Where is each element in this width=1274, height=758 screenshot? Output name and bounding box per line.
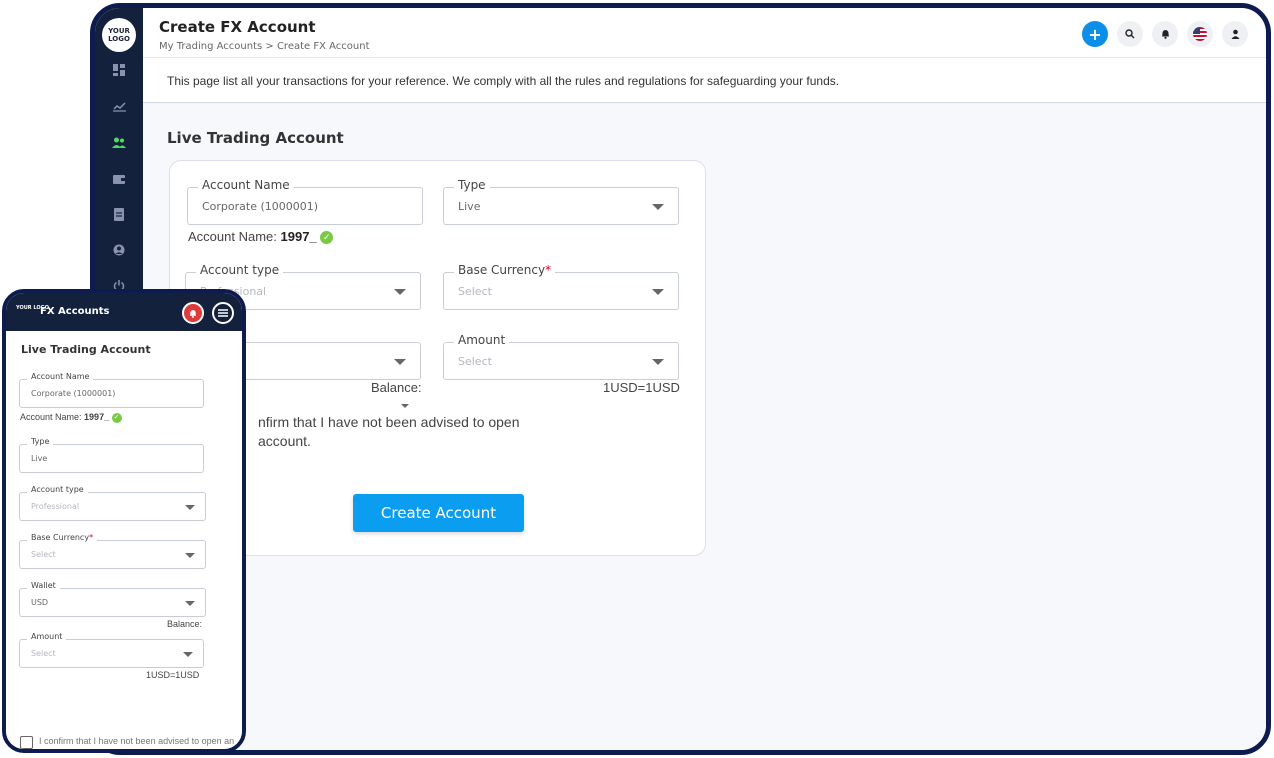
confirm-checkbox[interactable]: [20, 736, 33, 749]
dashboard-icon[interactable]: [109, 60, 129, 80]
confirm-text: I confirm that I have not been advised t…: [39, 736, 235, 753]
menu-icon: [218, 309, 228, 317]
chevron-down-icon: [185, 553, 195, 558]
search-icon: [1125, 29, 1135, 39]
notification-button[interactable]: [1152, 21, 1178, 47]
chevron-down-icon: [394, 359, 406, 365]
chevron-down-icon: [401, 404, 409, 408]
bell-icon: [1161, 30, 1169, 39]
mobile-account-type-select[interactable]: Account type Professional: [19, 485, 206, 521]
chevron-down-icon: [652, 204, 664, 210]
base-currency-value: Select: [31, 550, 56, 559]
profile-button[interactable]: [1222, 21, 1248, 47]
chart-icon[interactable]: [109, 96, 129, 116]
amount-value: Select: [31, 649, 56, 658]
account-type-value: Professional: [31, 502, 80, 511]
mobile-notification-button[interactable]: [182, 302, 204, 324]
account-name-field[interactable]: Account Name Corporate (1000001): [187, 178, 423, 225]
account-name-label: Account Name: [198, 178, 294, 192]
account-name-display: Account Name: 1997_ ✓: [188, 229, 334, 245]
wallet-icon[interactable]: [109, 168, 129, 188]
balance-label: Balance:: [371, 380, 422, 395]
type-label: Type: [454, 178, 490, 192]
chevron-down-icon: [394, 289, 406, 295]
breadcrumb-separator: >: [265, 41, 274, 52]
mobile-exchange-rate: 1USD=1USD: [146, 670, 200, 680]
page-title: Create FX Account: [159, 18, 316, 36]
account-name-display-value: 1997_: [280, 229, 317, 244]
wallet-value: USD: [31, 598, 49, 607]
type-label: Type: [27, 437, 54, 446]
mobile-header: YOUR LOGO FX Accounts: [6, 293, 242, 331]
confirm-text-line1: nfirm that I have not been advised to op…: [258, 414, 520, 430]
form-card: Account Name Corporate (1000001) Type Li…: [169, 160, 706, 556]
header: Create FX Account My Trading Accounts > …: [143, 8, 1266, 58]
account-name-display-value: 1997_: [84, 412, 110, 422]
account-name-display-label: Account Name:: [188, 229, 277, 244]
plus-icon: +: [1088, 24, 1102, 44]
exchange-rate: 1USD=1USD: [603, 380, 680, 395]
type-value: Live: [458, 200, 481, 213]
chevron-down-icon: [652, 359, 664, 365]
info-bar: This page list all your transactions for…: [143, 59, 1266, 103]
us-flag-icon: [1193, 27, 1207, 41]
mobile-type-field[interactable]: Type Live: [19, 437, 204, 473]
account-name-label: Account Name: [27, 372, 94, 381]
base-currency-select[interactable]: Base Currency* Select: [443, 263, 679, 310]
section-title: Live Trading Account: [167, 129, 344, 147]
mobile-body: Live Trading Account Account Name Corpor…: [6, 331, 242, 749]
mobile-account-name-field[interactable]: Account Name Corporate (1000001): [19, 372, 204, 408]
account-name-value: Corporate (1000001): [31, 389, 116, 398]
mobile-base-currency-select[interactable]: Base Currency* Select: [19, 533, 206, 569]
wallet-label: Wallet: [27, 581, 60, 590]
amount-label: Amount: [454, 333, 510, 347]
chevron-down-icon: [652, 289, 664, 295]
chevron-down-icon: [185, 505, 195, 510]
bell-icon: [189, 309, 197, 318]
check-icon: ✓: [320, 231, 334, 245]
amount-value: Select: [458, 355, 492, 368]
mobile-section-title: Live Trading Account: [21, 343, 151, 356]
account-type-label: Account type: [196, 263, 284, 277]
chevron-down-icon: [185, 601, 195, 606]
base-currency-label: Base Currency*: [27, 533, 98, 542]
mobile-frame: YOUR LOGO FX Accounts Live Trading Accou…: [2, 289, 246, 753]
desktop-frame: YOUR LOGO Create FX Account My Trading A…: [90, 3, 1271, 755]
type-value: Live: [31, 454, 48, 463]
check-icon: ✓: [111, 412, 122, 423]
mobile-balance-label: Balance:: [167, 619, 203, 629]
mobile-wallet-select[interactable]: Wallet USD: [19, 581, 206, 617]
mobile-amount-select[interactable]: Amount Select: [19, 632, 204, 668]
user-icon: [1231, 29, 1239, 39]
confirm-text-line2: account.: [258, 433, 311, 449]
create-account-button[interactable]: Create Account: [353, 494, 524, 532]
document-icon[interactable]: [109, 204, 129, 224]
chevron-down-icon: [183, 652, 193, 657]
users-icon[interactable]: [109, 132, 129, 152]
breadcrumb-parent[interactable]: My Trading Accounts: [159, 41, 262, 52]
base-currency-value: Select: [458, 285, 492, 298]
type-select[interactable]: Type Live: [443, 178, 679, 225]
add-button[interactable]: +: [1082, 21, 1108, 47]
account-name-display-label: Account Name:: [20, 412, 82, 422]
mobile-menu-button[interactable]: [212, 302, 234, 324]
amount-select[interactable]: Amount Select: [443, 333, 679, 380]
profile-icon[interactable]: [109, 240, 129, 260]
main-content: Live Trading Account Account Name Corpor…: [143, 104, 1266, 750]
account-type-label: Account type: [27, 485, 88, 494]
amount-label: Amount: [27, 632, 67, 641]
mobile-account-name-display: Account Name: 1997_ ✓: [20, 412, 122, 423]
logo[interactable]: YOUR LOGO: [102, 18, 136, 52]
account-name-value: Corporate (1000001): [202, 200, 319, 213]
breadcrumb-current: Create FX Account: [276, 41, 370, 52]
mobile-title: FX Accounts: [40, 306, 110, 317]
language-button[interactable]: [1187, 21, 1213, 47]
breadcrumb: My Trading Accounts > Create FX Account: [159, 41, 370, 52]
base-currency-label: Base Currency*: [454, 263, 556, 277]
info-text: This page list all your transactions for…: [167, 74, 840, 88]
search-button[interactable]: [1117, 21, 1143, 47]
